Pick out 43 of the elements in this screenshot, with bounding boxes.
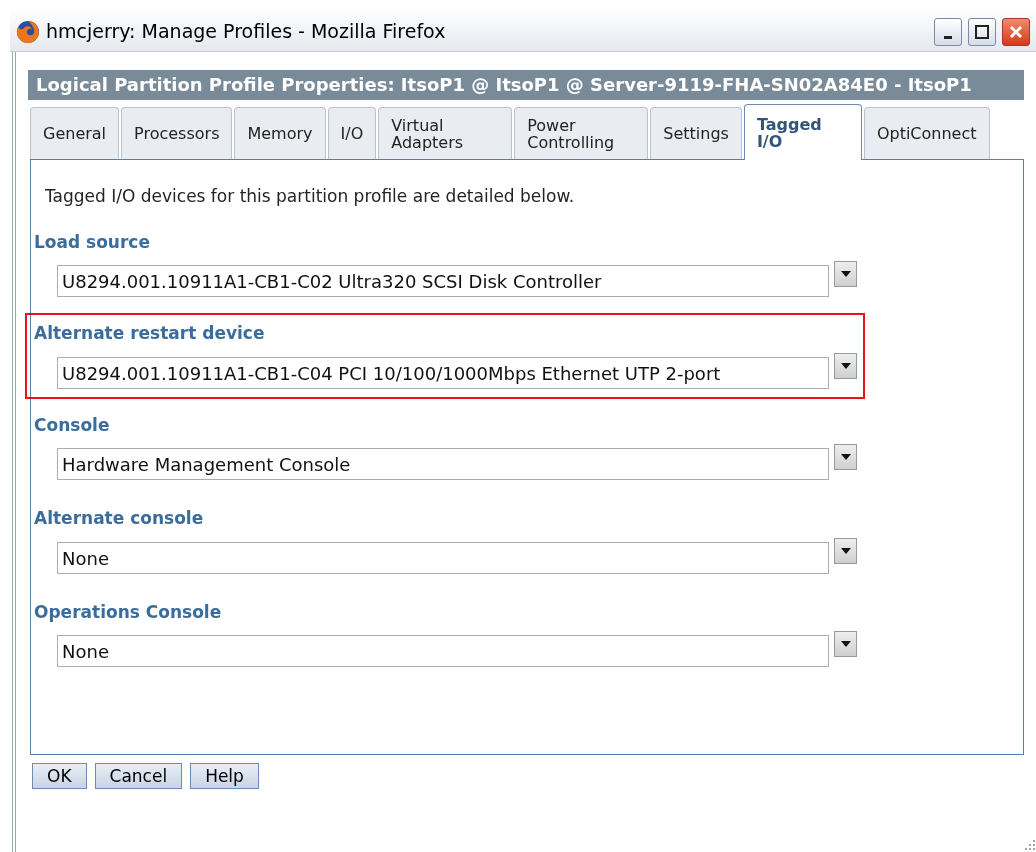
field-label: Load source	[34, 230, 151, 254]
dropdown-button[interactable]	[834, 444, 857, 470]
minimize-icon	[944, 36, 952, 39]
tab[interactable]: Processors	[121, 107, 233, 159]
caret-icon	[840, 271, 851, 277]
browser-icon	[16, 19, 40, 44]
field-label: Operations Console	[34, 600, 223, 624]
tab[interactable]: Tagged I/O	[743, 104, 862, 160]
caret-icon	[840, 547, 851, 554]
field-label: Console	[34, 413, 111, 437]
dialog-button[interactable]: Cancel	[94, 763, 183, 789]
dialog-header: Logical Partition Profile Properties: ItsoP1 @ ItsoP1 @ Server-9119-FHA-SN02A84E0 - ItsoP1	[28, 70, 1024, 100]
dialog-button[interactable]: Help	[190, 763, 259, 789]
field-label: Alternate console	[34, 507, 205, 530]
dropdown-button[interactable]	[834, 261, 857, 287]
maximize-button[interactable]	[968, 17, 996, 46]
minimize-button[interactable]	[934, 17, 962, 46]
dialog-button[interactable]: OK	[32, 763, 87, 789]
close-icon	[1009, 24, 1023, 39]
window-title: hmcjerry: Manage Profiles - Mozilla Firefox	[46, 19, 447, 45]
dropdown-field[interactable]: Hardware Management Console	[57, 448, 829, 480]
tab[interactable]: Settings	[650, 107, 742, 159]
close-button[interactable]	[1002, 17, 1030, 46]
dropdown-field[interactable]: U8294.001.10911A1-CB1-C02 Ultra320 SCSI Disk Controller	[57, 265, 829, 297]
tab[interactable]: General	[30, 107, 120, 159]
dropdown-field[interactable]: U8294.001.10911A1-CB1-C04 PCI 10/100/1000Mbps Ethernet UTP 2-port	[57, 356, 829, 389]
tab[interactable]: Power Controlling	[514, 107, 649, 159]
dropdown-field[interactable]: None	[57, 635, 829, 667]
caret-icon	[840, 362, 851, 369]
dropdown-button[interactable]	[834, 631, 857, 657]
resize-grip-icon[interactable]	[1022, 838, 1036, 852]
maximize-icon	[975, 24, 989, 39]
field-label: Alternate restart device	[34, 322, 266, 345]
dropdown-button[interactable]	[834, 352, 857, 379]
caret-icon	[840, 641, 851, 647]
tab[interactable]: OptiConnect	[863, 107, 990, 159]
caret-icon	[840, 454, 851, 460]
dropdown-field[interactable]: None	[57, 541, 829, 574]
tab[interactable]: I/O	[327, 107, 377, 159]
dropdown-button[interactable]	[834, 537, 857, 564]
intro-text: Tagged I/O devices for this partition profile are detailed below.	[44, 185, 576, 208]
tab[interactable]: Memory	[234, 107, 326, 159]
tab[interactable]: Virtual Adapters	[378, 107, 513, 159]
